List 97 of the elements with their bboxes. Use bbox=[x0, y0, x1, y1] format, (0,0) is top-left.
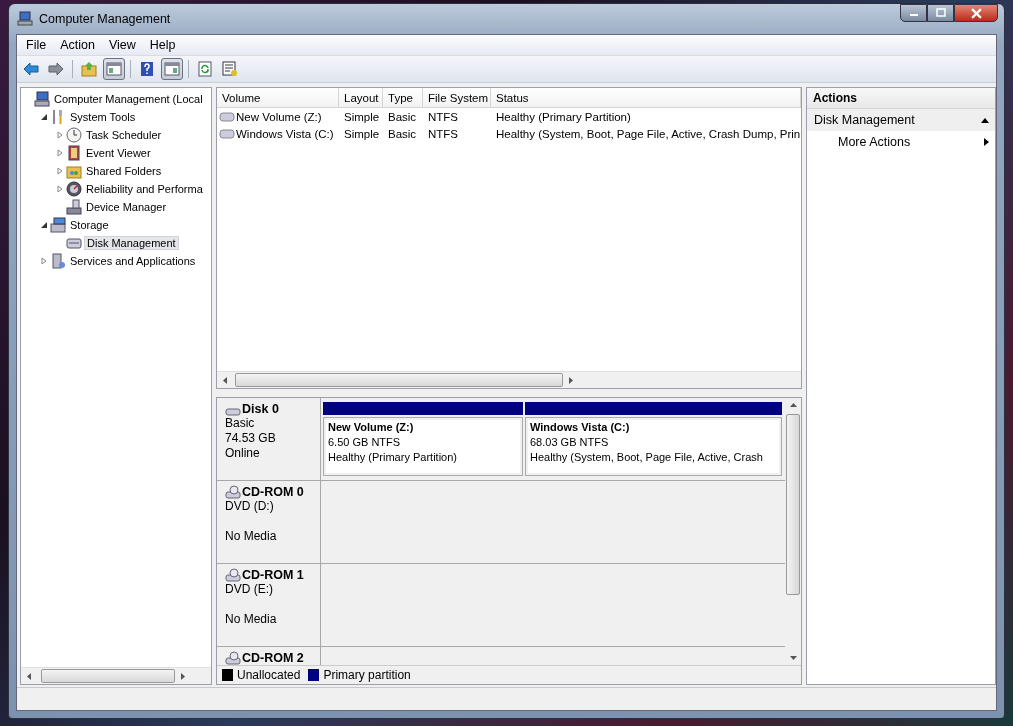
table-cell-text: Healthy (Primary Partition) bbox=[495, 110, 632, 123]
table-cell-text: Simple bbox=[343, 127, 381, 140]
table-cell-text: Healthy (System, Boot, Page File, Active, Crash Dump, Prin bbox=[495, 127, 801, 140]
close-button[interactable] bbox=[954, 4, 998, 22]
maximize-icon bbox=[935, 8, 946, 18]
disk-status: Online bbox=[225, 446, 261, 461]
table-cell: New Volume (Z:) bbox=[236, 110, 322, 123]
disk-type: DVD (E:) bbox=[225, 582, 274, 597]
action-section-header[interactable]: Disk Management bbox=[807, 109, 995, 131]
scroll-right-icon[interactable] bbox=[181, 672, 185, 680]
action-pane-toggle-button[interactable] bbox=[161, 58, 183, 80]
disk-type: DVD (D:) bbox=[225, 499, 275, 514]
scroll-up-icon[interactable] bbox=[789, 403, 797, 407]
properties-icon bbox=[222, 61, 238, 77]
optical-drive-icon bbox=[225, 568, 241, 582]
column-header[interactable]: Layout bbox=[339, 88, 383, 107]
legend-label: Primary partition bbox=[323, 668, 411, 682]
partition-name: New Volume (Z:) bbox=[328, 420, 415, 435]
scroll-right-icon[interactable] bbox=[569, 376, 573, 384]
partition-status: Healthy (System, Boot, Page File, Active, Crash bbox=[530, 450, 764, 465]
clock-icon bbox=[66, 127, 82, 143]
horizontal-scrollbar[interactable] bbox=[21, 667, 211, 684]
submenu-arrow-icon bbox=[984, 138, 989, 146]
expand-arrow-icon[interactable] bbox=[56, 131, 64, 139]
minimize-button[interactable] bbox=[900, 4, 927, 22]
tree-item[interactable]: Services and Applications bbox=[68, 254, 198, 268]
horizontal-scrollbar[interactable] bbox=[217, 371, 801, 388]
collapse-arrow-icon[interactable] bbox=[981, 117, 989, 123]
scroll-down-icon[interactable] bbox=[789, 656, 797, 660]
scroll-left-icon[interactable] bbox=[223, 376, 227, 384]
scroll-left-icon[interactable] bbox=[27, 672, 31, 680]
left-arrow-icon bbox=[23, 61, 39, 77]
menu-item[interactable]: View bbox=[101, 38, 143, 52]
table-cell: Windows Vista (C:) bbox=[236, 127, 334, 140]
tree-toggle-button[interactable] bbox=[103, 58, 125, 80]
actions-header: Actions bbox=[807, 88, 995, 109]
disk-status: No Media bbox=[225, 529, 278, 544]
storage-icon bbox=[50, 217, 66, 233]
table-cell-text: Basic bbox=[387, 127, 418, 140]
refresh-icon bbox=[197, 61, 213, 77]
column-header[interactable]: File System bbox=[423, 88, 491, 107]
disk-drive-icon bbox=[219, 111, 235, 122]
gauge-icon bbox=[66, 181, 82, 197]
pane-icon bbox=[106, 61, 122, 77]
disk-capacity: 74.53 GB bbox=[225, 431, 277, 446]
table-cell-text: NTFS bbox=[427, 127, 460, 140]
tree-item[interactable]: Reliability and Performa bbox=[84, 182, 205, 196]
disk-drive-icon bbox=[219, 128, 235, 139]
optical-drive-icon bbox=[225, 485, 241, 499]
legend-label: Unallocated bbox=[237, 668, 301, 682]
disk-status: No Media bbox=[225, 612, 278, 627]
column-header[interactable]: Type bbox=[383, 88, 423, 107]
expand-arrow-icon[interactable] bbox=[56, 185, 64, 193]
column-header[interactable]: Volume bbox=[217, 88, 339, 107]
action-item[interactable]: More Actions bbox=[807, 131, 995, 153]
tree-item[interactable]: Event Viewer bbox=[84, 146, 153, 160]
tree-item[interactable]: Device Manager bbox=[84, 200, 169, 214]
computer-icon bbox=[34, 91, 50, 107]
tree-item[interactable]: System Tools bbox=[68, 110, 138, 124]
partition-status: Healthy (Primary Partition) bbox=[328, 450, 458, 465]
tree-item[interactable]: Disk Management bbox=[84, 236, 179, 250]
tree-item[interactable]: Storage bbox=[68, 218, 111, 232]
disk-drive-icon bbox=[66, 235, 82, 251]
table-cell-text: Basic bbox=[387, 110, 418, 123]
partition-size: 6.50 GB NTFS bbox=[328, 435, 402, 450]
log-icon bbox=[66, 145, 82, 161]
menu-item[interactable]: Action bbox=[53, 38, 102, 52]
device-icon bbox=[66, 199, 82, 215]
maximize-button[interactable] bbox=[927, 4, 954, 22]
expand-arrow-icon[interactable] bbox=[56, 167, 64, 175]
expand-arrow-icon[interactable] bbox=[40, 257, 48, 265]
partition-size: 68.03 GB NTFS bbox=[530, 435, 610, 450]
pane-icon bbox=[164, 61, 180, 77]
disk-name: CD-ROM 1 bbox=[242, 568, 304, 582]
collapse-arrow-icon[interactable] bbox=[40, 113, 48, 121]
tree-item[interactable]: Computer Management (Local bbox=[52, 92, 205, 106]
computer-icon bbox=[17, 11, 33, 27]
folder-up-icon bbox=[81, 61, 97, 77]
window-title: Computer Management bbox=[39, 12, 171, 26]
partition-name: Windows Vista (C:) bbox=[530, 420, 631, 435]
expand-arrow-icon[interactable] bbox=[56, 149, 64, 157]
help-icon bbox=[139, 61, 155, 77]
right-arrow-icon bbox=[48, 61, 64, 77]
tree-item[interactable]: Task Scheduler bbox=[84, 128, 164, 142]
collapse-arrow-icon[interactable] bbox=[40, 221, 48, 229]
table-cell-text: Simple bbox=[343, 110, 381, 123]
menu-item[interactable]: File bbox=[19, 38, 54, 52]
table-cell-text: NTFS bbox=[427, 110, 460, 123]
close-icon bbox=[970, 7, 982, 19]
disk-name: CD-ROM 2 bbox=[242, 651, 304, 665]
column-header[interactable]: Status bbox=[491, 88, 801, 107]
menu-item[interactable]: Help bbox=[142, 38, 183, 52]
disk-name: CD-ROM 0 bbox=[242, 485, 304, 499]
folder-icon bbox=[66, 163, 82, 179]
disk-type: Basic bbox=[225, 416, 256, 431]
tree-item[interactable]: Shared Folders bbox=[84, 164, 164, 178]
disk-name: Disk 0 bbox=[242, 402, 279, 416]
